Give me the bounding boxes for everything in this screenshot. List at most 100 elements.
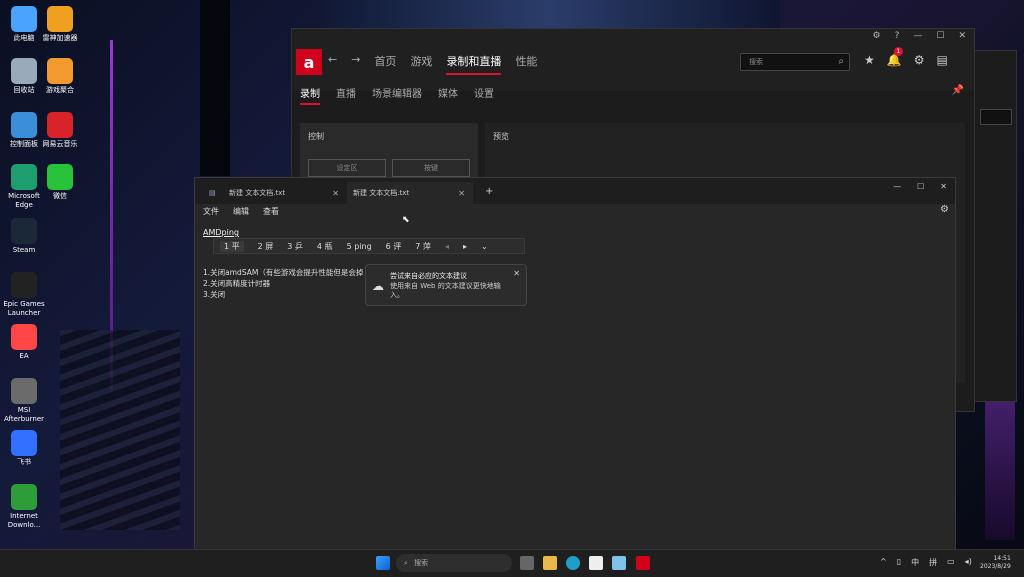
background-window-search[interactable]	[980, 109, 1012, 125]
desktop-icon[interactable]: 游戏聚合	[36, 58, 84, 95]
tray-chevron-up-icon[interactable]: ^	[880, 557, 887, 568]
game-hub-icon	[47, 58, 73, 84]
prev-page-icon[interactable]: ◂	[445, 242, 449, 251]
notepad-menu-bar: 文件 编辑 查看	[203, 206, 279, 217]
close-button[interactable]: ✕	[958, 31, 966, 41]
desktop-icon[interactable]: Steam	[0, 218, 48, 255]
ime-mode[interactable]: 中	[911, 557, 919, 568]
clock[interactable]: 14:51 2023/8/29	[980, 555, 1011, 571]
sidebar-toggle-icon[interactable]: ▤	[936, 53, 947, 67]
nav-record-stream[interactable]: 录制和直播	[446, 53, 502, 75]
candidate-2[interactable]: 2 屏	[258, 241, 274, 252]
start-windows-icon[interactable]	[376, 556, 390, 570]
tab-close-icon[interactable]: ✕	[332, 189, 339, 198]
forward-arrow-icon[interactable]: →	[351, 53, 360, 75]
menu-edit[interactable]: 编辑	[233, 206, 249, 217]
pin-icon[interactable]: 📌	[952, 85, 964, 96]
ime-candidate-bar[interactable]: 1 平 2 屏 3 乒 4 瓶 5 ping 6 评 7 萍 ◂ ▸ ⌄	[213, 238, 525, 254]
desktop-icon[interactable]: 雷神加速器	[36, 6, 84, 43]
amd-search-input[interactable]: 搜索 ⌕	[740, 53, 850, 71]
candidate-1[interactable]: 1 平	[220, 240, 244, 252]
nav-gaming[interactable]: 游戏	[410, 53, 432, 75]
subtab-media[interactable]: 媒体	[438, 85, 458, 105]
tab-close-icon[interactable]: ✕	[458, 189, 465, 198]
back-arrow-icon[interactable]: ←	[328, 53, 337, 75]
taskbar-search-placeholder: 搜索	[414, 559, 429, 567]
settings-gear-icon[interactable]: ⚙	[914, 53, 925, 67]
epic-icon	[11, 272, 37, 298]
amd-toolbar: ★ 🔔 1 ⚙ ▤	[864, 47, 948, 67]
desktop-icon-label: 飞书	[17, 458, 31, 466]
desktop-icon-label: 微信	[53, 192, 67, 200]
ime-lang[interactable]: 拼	[929, 557, 937, 568]
nav-home[interactable]: 首页	[374, 53, 396, 75]
wallpaper-stairs	[60, 330, 180, 530]
steam-icon	[11, 218, 37, 244]
task-view-icon[interactable]	[520, 556, 534, 570]
desktop-icon[interactable]: Internet Downlo...	[0, 484, 48, 530]
notepad-window[interactable]: ▤ 新建 文本文档.txt ✕ 新建 文本文档.txt ✕ + — ☐ ✕ 文件…	[194, 177, 956, 551]
file-explorer-icon[interactable]	[543, 556, 557, 570]
amd-logo-icon[interactable]: a	[296, 49, 322, 75]
desktop-icon[interactable]: 网易云音乐	[36, 112, 84, 149]
background-window[interactable]	[973, 50, 1017, 402]
leishen-icon	[47, 6, 73, 32]
maximize-button[interactable]: ☐	[917, 182, 924, 191]
tooltip-close-icon[interactable]: ✕	[513, 269, 520, 278]
text-cursor-icon: ⬉	[402, 215, 410, 225]
desktop-icon[interactable]: Epic Games Launcher	[0, 272, 48, 318]
netease-music-icon	[47, 112, 73, 138]
minimize-button[interactable]: —	[893, 182, 901, 191]
tray-app-icon[interactable]: ▯	[897, 557, 901, 568]
next-page-icon[interactable]: ▸	[463, 242, 467, 251]
menu-file[interactable]: 文件	[203, 206, 219, 217]
volume-icon[interactable]: ◂)	[965, 557, 972, 568]
amd-taskbar-icon[interactable]	[636, 556, 650, 570]
edge-icon	[11, 164, 37, 190]
notifications-bell-icon[interactable]: 🔔 1	[887, 47, 903, 67]
notepad-tab-2[interactable]: 新建 文本文档.txt ✕	[347, 182, 473, 204]
bug-report-icon[interactable]: ⚙	[873, 31, 881, 41]
network-icon[interactable]: ▭	[947, 557, 955, 568]
subtab-scene-editor[interactable]: 场景编辑器	[372, 85, 422, 105]
computer-icon	[11, 6, 37, 32]
nav-performance[interactable]: 性能	[515, 53, 537, 75]
candidate-4[interactable]: 4 瓶	[317, 241, 333, 252]
desktop-icon-label: Epic Games Launcher	[3, 300, 45, 317]
candidate-5[interactable]: 5 ping	[347, 242, 372, 251]
edge-browser-icon[interactable]	[566, 556, 580, 570]
candidate-6[interactable]: 6 评	[386, 241, 402, 252]
notepad-settings-gear-icon[interactable]: ⚙	[940, 204, 949, 215]
menu-view[interactable]: 查看	[263, 206, 279, 217]
desktop-icon[interactable]: MSI Afterburner	[0, 378, 48, 424]
new-tab-plus-icon[interactable]: +	[485, 186, 493, 197]
clock-date: 2023/8/29	[980, 563, 1011, 570]
scene-button[interactable]: 设定区	[308, 159, 386, 177]
hotkey-button[interactable]: 按键	[392, 159, 470, 177]
candidate-7[interactable]: 7 萍	[415, 241, 431, 252]
notepad-text-content[interactable]: 1.关闭amdSAM（有些游戏会提升性能但是会掉 2.关闭高精度计时器 3.关闭	[203, 267, 363, 300]
favorites-star-icon[interactable]: ★	[864, 53, 875, 67]
subtab-settings[interactable]: 设置	[474, 85, 494, 105]
close-button[interactable]: ✕	[940, 182, 947, 191]
notepad-taskbar-icon[interactable]	[612, 556, 626, 570]
tab-label: 新建 文本文档.txt	[229, 189, 286, 197]
help-icon[interactable]: ?	[895, 31, 900, 41]
minimize-button[interactable]: —	[913, 31, 922, 41]
microsoft-store-icon[interactable]	[589, 556, 603, 570]
subtab-record[interactable]: 录制	[300, 85, 320, 105]
desktop-icon[interactable]: EA	[0, 324, 48, 361]
notepad-tab-1[interactable]: ▤ 新建 文本文档.txt ✕	[201, 182, 347, 204]
desktop-icon-label: MSI Afterburner	[3, 406, 45, 423]
desktop-icon-label: 网易云音乐	[42, 140, 78, 148]
expand-candidates-icon[interactable]: ⌄	[481, 242, 488, 251]
desktop-icon[interactable]: 飞书	[0, 430, 48, 467]
taskbar-search-box[interactable]: ⌕ 搜索	[396, 554, 512, 572]
desktop-icon[interactable]: 微信	[36, 164, 84, 201]
candidate-3[interactable]: 3 乒	[287, 241, 303, 252]
system-tray: ^ ▯ 中 拼 ▭ ◂)	[880, 557, 972, 568]
maximize-button[interactable]: ☐	[936, 31, 944, 41]
notepad-window-controls: — ☐ ✕	[893, 182, 947, 191]
amd-window-controls: ⚙ ? — ☐ ✕	[873, 31, 966, 41]
subtab-stream[interactable]: 直播	[336, 85, 356, 105]
